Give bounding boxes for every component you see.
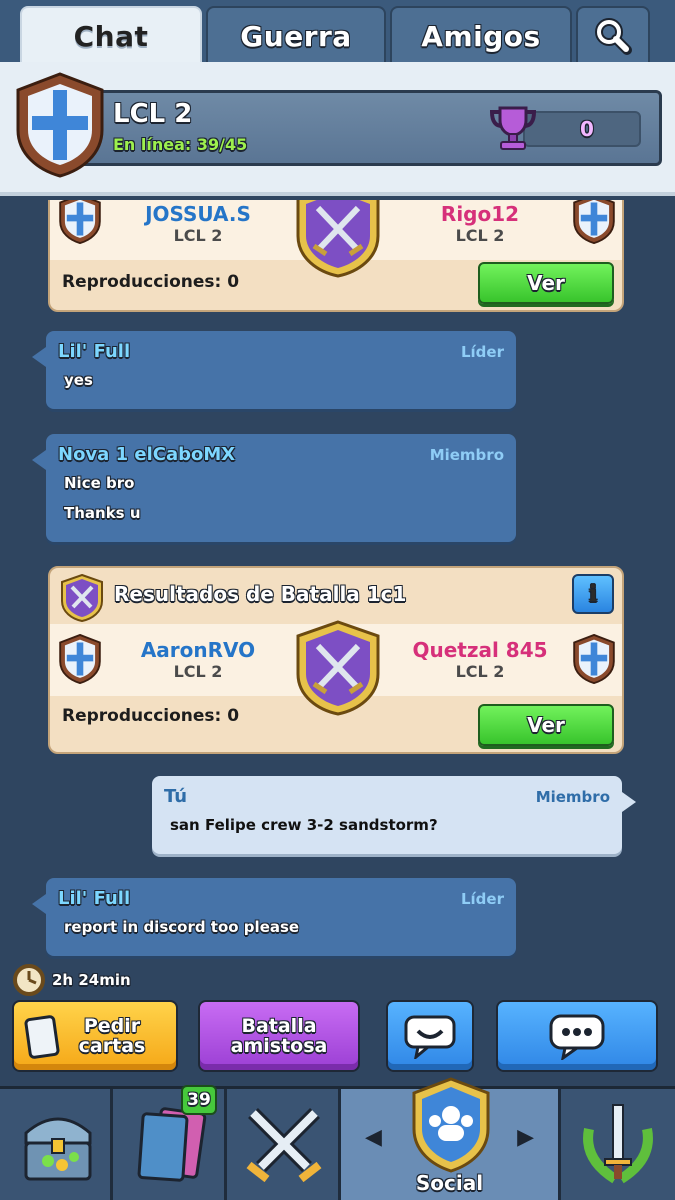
tab-amigos-label: Amigos [421, 19, 541, 53]
message-text: yes [64, 371, 93, 389]
player-left-name[interactable]: AaronRVO [118, 638, 278, 662]
clan-badge-icon [59, 634, 101, 684]
info-button[interactable]: i [572, 574, 614, 614]
clan-badge-icon [573, 200, 615, 244]
nav-cards[interactable]: 39 [113, 1085, 227, 1200]
chevron-left-icon[interactable]: ◀ [365, 1125, 382, 1150]
chevron-right-icon[interactable]: ▶ [517, 1125, 534, 1150]
chat-message[interactable]: Nova 1 elCaboMX Miembro Nice bro Thanks … [32, 434, 516, 542]
chat-message[interactable]: Lil' Full Líder report in discord too pl… [32, 878, 516, 956]
timer-text: 2h 24min [52, 971, 131, 989]
player-right-clan: LCL 2 [455, 226, 505, 245]
watch-replay-button[interactable]: Ver [478, 262, 614, 304]
trophy-icon [489, 106, 537, 150]
clan-online-count: En línea: 39/45 [113, 135, 248, 154]
clan-trophy-box: 0 [523, 111, 641, 147]
bottom-navigation: 39 ◀ ▶ Social [0, 1077, 675, 1200]
watch-replay-button[interactable]: Ver [478, 704, 614, 746]
clan-badge-icon [573, 634, 615, 684]
message-role: Miembro [535, 788, 610, 806]
treasure-chest-icon [24, 1117, 92, 1181]
new-cards-badge: 39 [181, 1085, 217, 1115]
message-author[interactable]: Lil' Full [58, 888, 130, 909]
crossed-swords-badge-icon [296, 620, 380, 716]
clan-trophy-count: 0 [580, 117, 594, 141]
crossed-swords-icon [246, 1108, 322, 1183]
replays-count: Reproducciones: 0 [62, 272, 240, 292]
message-text: report in discord too please [64, 918, 300, 936]
message-author[interactable]: Nova 1 elCaboMX [58, 444, 235, 465]
clan-badge-icon [16, 72, 104, 178]
search-icon [595, 18, 632, 55]
search-button[interactable] [576, 6, 650, 64]
replays-count: Reproducciones: 0 [62, 706, 240, 726]
chat-button[interactable] [496, 1000, 658, 1072]
player-right-name[interactable]: Quetzal 845 [400, 638, 560, 662]
crossed-swords-badge-icon [61, 574, 103, 622]
info-icon: i [588, 581, 598, 607]
nav-social-label: Social [415, 1171, 484, 1195]
battle-card-title: Resultados de Batalla 1c1 [114, 582, 407, 606]
clan-badge-icon [59, 200, 101, 244]
cards-icon [24, 1015, 60, 1059]
clan-header[interactable]: LCL 2 En línea: 39/45 0 [0, 62, 675, 196]
player-left-clan: LCL 2 [173, 662, 223, 681]
emote-icon [404, 1015, 456, 1059]
request-cards-label: Pedir cartas [78, 1015, 146, 1057]
chat-message[interactable]: Lil' Full Líder yes [32, 331, 516, 409]
tab-guerra[interactable]: Guerra [206, 6, 386, 64]
tab-amigos[interactable]: Amigos [390, 6, 572, 64]
message-author[interactable]: Lil' Full [58, 341, 130, 362]
nav-shop[interactable] [0, 1089, 113, 1200]
clan-name: LCL 2 [113, 99, 193, 129]
message-text: Thanks u [64, 504, 141, 522]
player-left-clan: LCL 2 [173, 226, 223, 245]
message-text: san Felipe crew 3-2 sandstorm? [170, 816, 438, 834]
message-pointer [32, 894, 46, 914]
social-shield-icon [412, 1077, 490, 1173]
message-role: Miembro [429, 446, 504, 464]
nav-events[interactable] [561, 1089, 675, 1200]
battle-result-card: JOSSUA.S LCL 2 Rigo12 LCL 2 Reproduccion… [48, 200, 624, 312]
crossed-swords-badge-icon [296, 200, 380, 278]
tab-chat[interactable]: Chat [20, 6, 202, 64]
message-text: Nice bro [64, 474, 135, 492]
request-cards-button[interactable]: Pedir cartas [12, 1000, 178, 1072]
top-tab-bar: Chat Guerra Amigos [0, 0, 675, 64]
tab-guerra-label: Guerra [240, 19, 352, 53]
nav-social[interactable]: ◀ ▶ Social [341, 1077, 561, 1200]
friendly-battle-label: Batalla amistosa [230, 1015, 328, 1057]
message-author: Tú [164, 786, 188, 807]
own-chat-message[interactable]: Tú Miembro san Felipe crew 3-2 sandstorm… [152, 776, 636, 854]
request-timer: 2h 24min [12, 962, 131, 998]
clock-icon [13, 964, 45, 996]
friendly-battle-button[interactable]: Batalla amistosa [198, 1000, 360, 1072]
player-right-clan: LCL 2 [455, 662, 505, 681]
clan-info-bar[interactable]: LCL 2 En línea: 39/45 0 [70, 90, 662, 166]
emote-button[interactable] [386, 1000, 474, 1072]
chat-bubble-icon [549, 1014, 605, 1060]
battle-result-card: Resultados de Batalla 1c1 i AaronRVO LCL… [48, 566, 624, 754]
message-role: Líder [460, 343, 504, 361]
message-pointer [32, 347, 46, 367]
message-pointer [622, 792, 636, 812]
message-role: Líder [460, 890, 504, 908]
laurel-sword-icon [583, 1104, 653, 1184]
nav-battle[interactable] [227, 1089, 341, 1200]
player-right-name[interactable]: Rigo12 [400, 202, 560, 226]
tab-chat-label: Chat [73, 19, 149, 53]
message-pointer [32, 450, 46, 470]
player-left-name[interactable]: JOSSUA.S [118, 202, 278, 226]
chat-feed[interactable]: JOSSUA.S LCL 2 Rigo12 LCL 2 Reproduccion… [0, 200, 675, 960]
